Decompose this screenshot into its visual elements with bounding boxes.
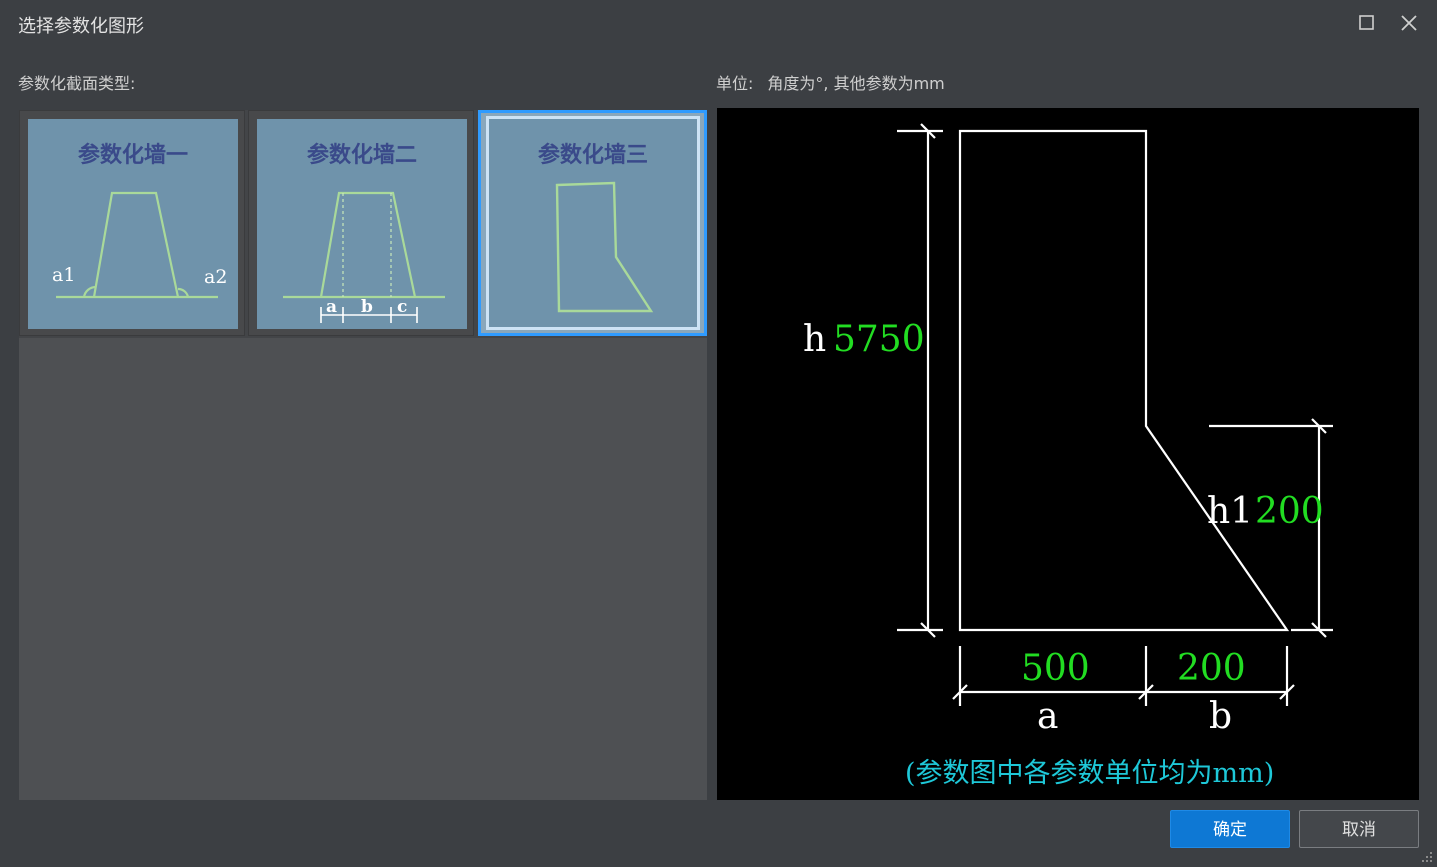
thumbnail-caption: 参数化墙三 xyxy=(537,142,648,168)
b-label: b xyxy=(1209,696,1232,737)
ok-button[interactable]: 确定 xyxy=(1170,810,1290,848)
unit-text: 角度为°, 其他参数为mm xyxy=(767,74,945,93)
cancel-button[interactable]: 取消 xyxy=(1299,810,1419,848)
dim-c: c xyxy=(397,297,407,317)
h1-label: h1 xyxy=(1207,491,1253,532)
unit-label: 单位: xyxy=(716,74,754,93)
window-title: 选择参数化图形 xyxy=(18,16,144,37)
dim-b: b xyxy=(361,297,373,317)
thumbnail-caption: 参数化墙二 xyxy=(306,142,417,168)
h1-value: 200 xyxy=(1255,491,1324,532)
thumbnail-caption: 参数化墙一 xyxy=(77,142,188,168)
dim-a2: a2 xyxy=(204,266,227,288)
thumbnail-wall-2[interactable]: a b c 参数化墙二 xyxy=(248,110,474,336)
maximize-button[interactable] xyxy=(1354,10,1380,36)
resize-grip-icon[interactable] xyxy=(1421,851,1433,863)
thumbnail-image: a b c 参数化墙二 xyxy=(257,119,467,329)
close-button[interactable] xyxy=(1396,10,1422,36)
thumbnail-image: a1 a2 参数化墙一 xyxy=(28,119,238,329)
shape-gallery: a1 a2 参数化墙一 a b c 参数化墙二 参数化墙三 xyxy=(19,110,707,800)
dim-a: a xyxy=(326,297,337,317)
thumbnail-wall-3[interactable]: 参数化墙三 xyxy=(478,110,707,336)
close-icon xyxy=(1401,15,1417,31)
shape-preview: h 5750 h1 200 500 200 a b (参数图中各参数单位均为mm… xyxy=(717,108,1419,800)
a-value: 500 xyxy=(1021,648,1090,689)
b-value: 200 xyxy=(1177,648,1246,689)
preview-diagram: h 5750 h1 200 500 200 a b (参数图中各参数单位均为mm… xyxy=(803,123,1333,789)
thumbnail-row: a1 a2 参数化墙一 a b c 参数化墙二 参数化墙三 xyxy=(19,110,707,338)
dim-a1: a1 xyxy=(52,264,75,286)
unit-info: 单位: 角度为°, 其他参数为mm xyxy=(716,70,959,94)
a-label: a xyxy=(1037,696,1058,737)
h-value: 5750 xyxy=(833,319,925,360)
preview-note: (参数图中各参数单位均为mm) xyxy=(905,758,1274,789)
title-bar: 选择参数化图形 xyxy=(0,0,1437,48)
h-label: h xyxy=(803,319,826,360)
thumbnail-image: 参数化墙三 xyxy=(486,116,700,330)
maximize-icon xyxy=(1359,15,1374,30)
section-type-label: 参数化截面类型: xyxy=(18,74,136,93)
thumbnail-wall-1[interactable]: a1 a2 参数化墙一 xyxy=(19,110,245,336)
